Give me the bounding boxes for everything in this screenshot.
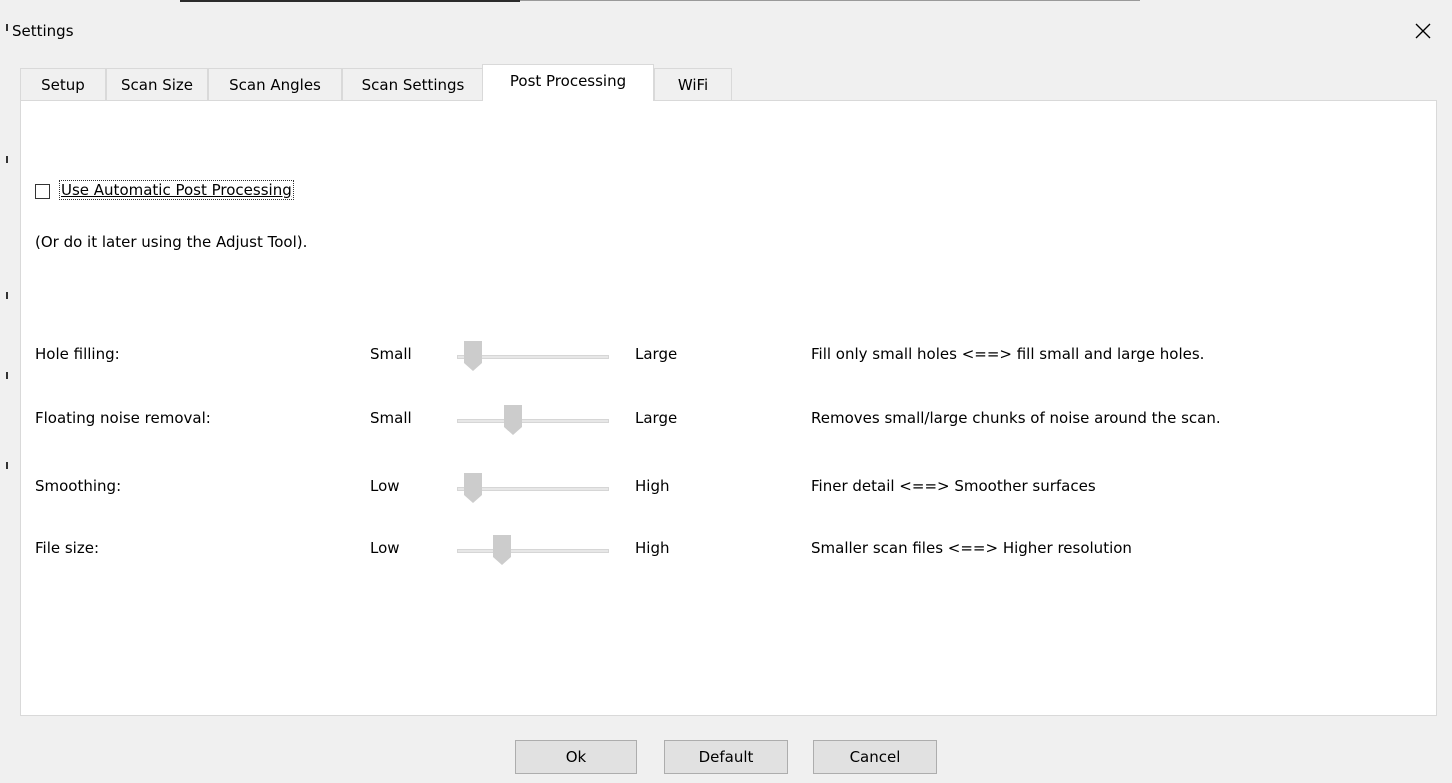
slider-thumb[interactable]	[504, 405, 522, 435]
smoothing-description: Finer detail <==> Smoother surfaces	[811, 477, 1096, 495]
file-size-max-label: High	[635, 539, 670, 557]
noise-removal-description: Removes small/large chunks of noise arou…	[811, 409, 1221, 427]
smoothing-label: Smoothing:	[35, 477, 122, 495]
smoothing-slider[interactable]	[457, 469, 609, 503]
smoothing-min-label: Low	[370, 477, 400, 495]
auto-post-processing-checkbox[interactable]	[35, 184, 50, 199]
adjust-tool-hint: (Or do it later using the Adjust Tool).	[35, 233, 308, 251]
noise-removal-max-label: Large	[635, 409, 678, 427]
tab-scan-size[interactable]: Scan Size	[106, 68, 208, 100]
tab-wifi[interactable]: WiFi	[654, 68, 732, 100]
slider-thumb[interactable]	[464, 473, 482, 503]
hole-filling-min-label: Small	[370, 345, 412, 363]
file-size-min-label: Low	[370, 539, 400, 557]
tab-scan-settings[interactable]: Scan Settings	[342, 68, 484, 100]
tab-scan-angles[interactable]: Scan Angles	[208, 68, 342, 100]
noise-removal-min-label: Small	[370, 409, 412, 427]
hole-filling-row: Hole filling: Small Large Fill only smal…	[21, 333, 1438, 373]
ok-button[interactable]: Ok	[515, 740, 637, 774]
tab-setup[interactable]: Setup	[20, 68, 106, 100]
slider-track	[457, 419, 609, 423]
post-processing-panel: Use Automatic Post Processing (Or do it …	[20, 100, 1437, 716]
file-size-description: Smaller scan files <==> Higher resolutio…	[811, 539, 1132, 557]
smoothing-max-label: High	[635, 477, 670, 495]
cancel-button[interactable]: Cancel	[813, 740, 937, 774]
window-title: Settings	[12, 22, 74, 40]
file-size-label: File size:	[35, 539, 100, 557]
smoothing-row: Smoothing: Low High Finer detail <==> Sm…	[21, 465, 1438, 505]
noise-removal-label: Floating noise removal:	[35, 409, 211, 427]
auto-post-processing-label[interactable]: Use Automatic Post Processing	[59, 180, 294, 200]
hole-filling-label: Hole filling:	[35, 345, 120, 363]
noise-removal-row: Floating noise removal: Small Large Remo…	[21, 397, 1438, 437]
slider-track	[457, 549, 609, 553]
hole-filling-description: Fill only small holes <==> fill small an…	[811, 345, 1205, 363]
slider-thumb[interactable]	[464, 341, 482, 371]
close-icon	[1415, 23, 1431, 39]
title-bar: Settings	[0, 0, 1452, 62]
file-size-row: File size: Low High Smaller scan files <…	[21, 527, 1438, 567]
noise-removal-slider[interactable]	[457, 401, 609, 435]
hole-filling-slider[interactable]	[457, 337, 609, 371]
slider-thumb[interactable]	[493, 535, 511, 565]
default-button[interactable]: Default	[664, 740, 788, 774]
file-size-slider[interactable]	[457, 531, 609, 565]
close-button[interactable]	[1408, 16, 1438, 46]
hole-filling-max-label: Large	[635, 345, 678, 363]
tab-post-processing[interactable]: Post Processing	[482, 64, 654, 101]
